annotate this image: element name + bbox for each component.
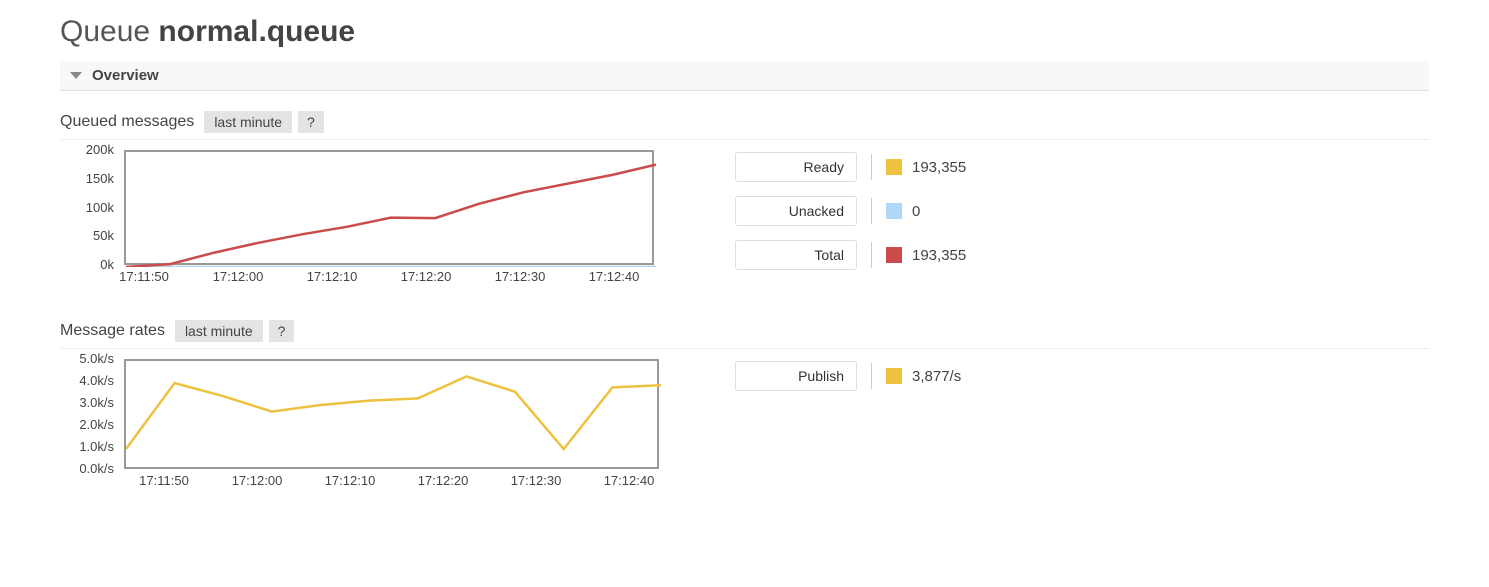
rates-header: Message rates last minute ? xyxy=(60,320,1429,349)
divider xyxy=(871,198,872,224)
divider xyxy=(871,363,872,389)
queued-legend: Ready 193,355 Unacked 0 Total 193,355 xyxy=(735,150,966,284)
legend-row-ready: Ready 193,355 xyxy=(735,152,966,182)
overview-label: Overview xyxy=(92,67,159,84)
rates-range-button[interactable]: last minute xyxy=(175,320,263,342)
queued-help-button[interactable]: ? xyxy=(298,111,324,133)
divider xyxy=(871,154,872,180)
legend-publish-value: 3,877/s xyxy=(912,368,961,385)
swatch-publish xyxy=(886,368,902,384)
queue-name: normal.queue xyxy=(158,15,355,48)
chevron-down-icon xyxy=(70,72,82,79)
legend-publish-button[interactable]: Publish xyxy=(735,361,857,391)
legend-unacked-value: 0 xyxy=(912,203,920,220)
legend-ready-value: 193,355 xyxy=(912,159,966,176)
legend-ready-button[interactable]: Ready xyxy=(735,152,857,182)
queued-range-button[interactable]: last minute xyxy=(204,111,292,133)
swatch-ready xyxy=(886,159,902,175)
rates-panel: 0.0k/s1.0k/s2.0k/s3.0k/s4.0k/s5.0k/s17:1… xyxy=(60,359,1429,489)
legend-row-total: Total 193,355 xyxy=(735,240,966,270)
queued-header: Queued messages last minute ? xyxy=(60,111,1429,140)
queued-title: Queued messages xyxy=(60,113,194,131)
rates-chart: 0.0k/s1.0k/s2.0k/s3.0k/s4.0k/s5.0k/s17:1… xyxy=(60,359,680,489)
legend-total-button[interactable]: Total xyxy=(735,240,857,270)
divider xyxy=(871,242,872,268)
rates-help-button[interactable]: ? xyxy=(269,320,295,342)
queued-panel: 0k50k100k150k200k17:11:5017:12:0017:12:1… xyxy=(60,150,1429,285)
rates-title: Message rates xyxy=(60,322,165,340)
legend-unacked-button[interactable]: Unacked xyxy=(735,196,857,226)
swatch-unacked xyxy=(886,203,902,219)
legend-row-unacked: Unacked 0 xyxy=(735,196,966,226)
queued-chart: 0k50k100k150k200k17:11:5017:12:0017:12:1… xyxy=(60,150,680,285)
legend-row-publish: Publish 3,877/s xyxy=(735,361,961,391)
legend-total-value: 193,355 xyxy=(912,247,966,264)
overview-toggle[interactable]: Overview xyxy=(60,61,1429,91)
rates-legend: Publish 3,877/s xyxy=(735,359,961,405)
page-title: Queue normal.queue xyxy=(60,15,1429,49)
title-prefix: Queue xyxy=(60,15,150,48)
swatch-total xyxy=(886,247,902,263)
